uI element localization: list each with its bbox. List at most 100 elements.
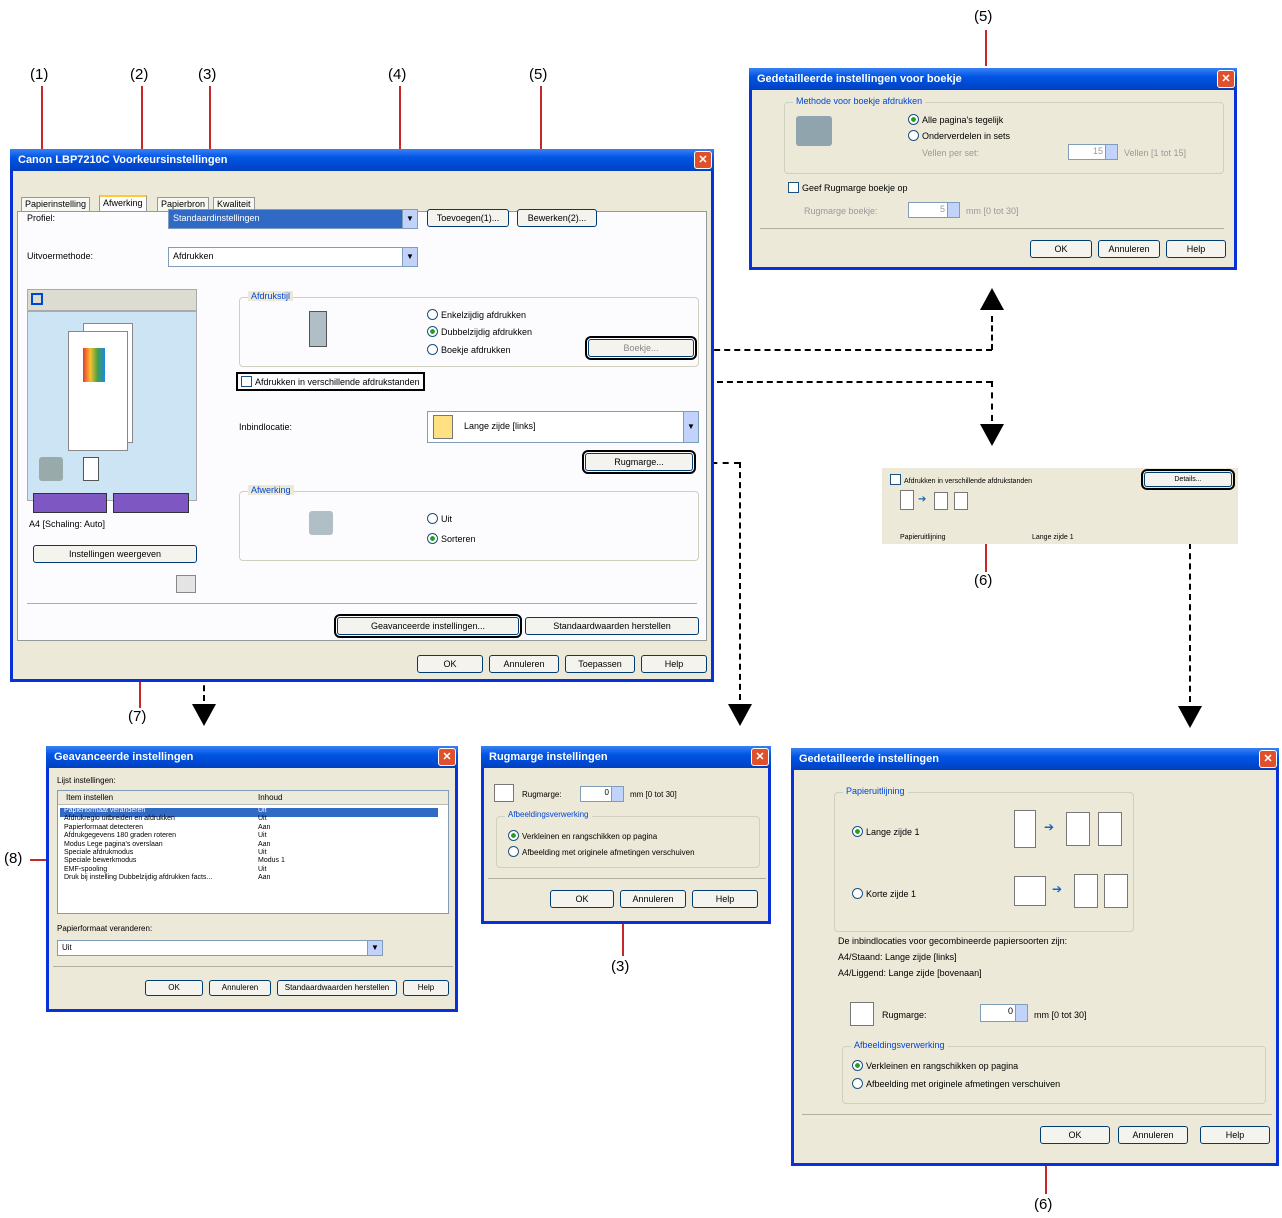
booklet-button[interactable]: Boekje... [585,336,697,360]
layout-toggle-1[interactable] [33,493,107,513]
radio-double-sided[interactable]: Dubbelzijdig afdrukken [427,326,532,337]
preview-toolbar [27,289,197,311]
profile-select[interactable]: Standaardinstellingen ▼ [168,209,418,229]
help-button[interactable]: Help [403,980,449,996]
edit-profile-button[interactable]: Bewerken(2)... [517,209,597,227]
radio-all-pages[interactable]: Alle pagina's tegelijk [908,114,1003,125]
tab-paper[interactable]: Papierinstelling [21,197,91,211]
mixed-orientation-panel: Afdrukken in verschillende afdrukstanden… [882,468,1238,544]
preview-color-bars [83,348,105,382]
close-icon[interactable]: ✕ [1217,70,1235,88]
settings-list[interactable]: Item instellen Inhoud Papierformaat vera… [57,790,449,914]
image-processing-group: Afbeeldingsverwerking [496,810,760,868]
cancel-button[interactable]: Annuleren [1098,240,1160,258]
mixed-orientation-checkbox[interactable]: Afdrukken in verschillende afdrukstanden [890,474,1032,485]
settings-list-label: Lijst instellingen: [57,776,116,785]
row-value: Uit [258,807,267,814]
gutter-button[interactable]: Rugmarge... [582,450,696,474]
arrow-up-icon [980,288,1004,310]
cancel-button[interactable]: Annuleren [1118,1126,1188,1144]
apply-button[interactable]: Toepassen [565,655,635,673]
ok-button[interactable]: OK [417,655,483,673]
divider [802,1114,1272,1115]
restore-defaults-button[interactable]: Standaardwaarden herstellen [277,980,397,996]
paper-size-change-select[interactable]: Uit ▼ [57,940,383,956]
radio-subdivide-sets[interactable]: Onderverdelen in sets [908,130,1010,141]
radio-shrink-arrange[interactable]: Verkleinen en rangschikken op pagina [508,830,657,841]
collate-icon [309,511,333,535]
row-item: Papierformaat detecteren [64,823,143,831]
row-item: Papierformaat veranderen [64,807,146,814]
close-icon[interactable]: ✕ [438,748,456,766]
output-method-select[interactable]: Afdrukken ▼ [168,247,418,267]
ok-button[interactable]: OK [550,890,614,908]
help-button[interactable]: Help [692,890,758,908]
details-button[interactable]: Details... [1141,469,1235,490]
gutter-icon [850,1002,874,1026]
sheets-per-set-spinner[interactable]: 15 [1068,144,1118,160]
column-header-value: Inhoud [258,793,283,802]
mixed-orientation-checkbox[interactable]: Afdrukken in verschillende afdrukstanden [236,372,425,391]
row-value: Aan [258,840,271,848]
row-value: Aan [258,823,271,831]
binding-location-select[interactable]: Lange zijde [links] ▼ [427,411,699,443]
ok-button[interactable]: OK [1030,240,1092,258]
ok-button[interactable]: OK [1040,1126,1110,1144]
sheets-per-set-label: Vellen per set: [922,148,980,158]
row-item: Afdrukregio uitbreiden en afdrukken [64,815,175,823]
column-header-item: Item instellen [66,793,114,802]
cancel-button[interactable]: Annuleren [209,980,271,996]
page-icon [954,492,968,510]
ok-button[interactable]: OK [145,980,203,996]
cancel-button[interactable]: Annuleren [489,655,559,673]
radio-shrink-arrange[interactable]: Verkleinen en rangschikken op pagina [852,1060,1018,1071]
close-icon[interactable]: ✕ [1259,750,1277,768]
restore-icon[interactable] [176,575,196,593]
show-settings-button[interactable]: Instellingen weergeven [33,545,197,563]
radio-booklet[interactable]: Boekje afdrukken [427,344,511,355]
window-title: Canon LBP7210C Voorkeursinstellingen ✕ [10,149,714,171]
radio-shift-original[interactable]: Afbeelding met originele afmetingen vers… [852,1078,1060,1089]
radio-finish-off[interactable]: Uit [427,513,452,524]
gutter-spinner[interactable]: 0 [580,786,624,802]
page-icon [1014,876,1046,906]
close-icon[interactable]: ✕ [751,748,769,766]
gutter-spinner[interactable]: 0 [980,1004,1028,1022]
arrow-down-icon [192,704,216,726]
advanced-settings-button[interactable]: Geavanceerde instellingen... [334,614,522,638]
callout-7: (7) [128,708,147,725]
binding-location-label: Inbindlocatie: [239,422,293,432]
tab-finishing[interactable]: Afwerking [99,195,147,212]
layout-toggle-2[interactable] [113,493,189,513]
radio-single-sided[interactable]: Enkelzijdig afdrukken [427,309,526,320]
layout-view-icon[interactable] [31,293,43,305]
paper-size-change-label: Papierformaat veranderen: [57,924,153,933]
page-icon [1104,874,1128,908]
close-icon[interactable]: ✕ [694,151,712,169]
paper-alignment-value: Lange zijde 1 [1032,534,1074,541]
restore-defaults-button[interactable]: Standaardwaarden herstellen [525,617,699,635]
booklet-gutter-range: mm [0 tot 30] [966,206,1019,216]
booklet-gutter-spinner[interactable]: 5 [908,202,960,218]
radio-long-edge[interactable]: Lange zijde 1 [852,826,920,837]
help-button[interactable]: Help [641,655,707,673]
divider [27,603,697,604]
dialog-title: Gedetailleerde instellingen ✕ [791,748,1279,770]
row-value: Modus 1 [258,857,285,865]
callout-line [985,30,987,66]
booklet-gutter-checkbox[interactable]: Geef Rugmarge boekje op [788,182,908,193]
binding-icon [433,415,453,439]
radio-shift-original[interactable]: Afbeelding met originele afmetingen vers… [508,846,695,857]
help-button[interactable]: Help [1200,1126,1270,1144]
connector-dash [991,381,993,421]
arrow-down-icon [728,704,752,726]
advanced-settings-dialog: Geavanceerde instellingen ✕ Lijst instell… [46,746,458,1012]
row-value: Uit [258,832,267,840]
add-profile-button[interactable]: Toevoegen(1)... [427,209,509,227]
radio-short-edge[interactable]: Korte zijde 1 [852,888,916,899]
help-button[interactable]: Help [1166,240,1226,258]
cancel-button[interactable]: Annuleren [620,890,686,908]
row-item: Speciale afdrukmodus [64,849,134,856]
dialog-title: Gedetailleerde instellingen voor boekje ✕ [749,68,1237,90]
radio-collate[interactable]: Sorteren [427,533,476,544]
